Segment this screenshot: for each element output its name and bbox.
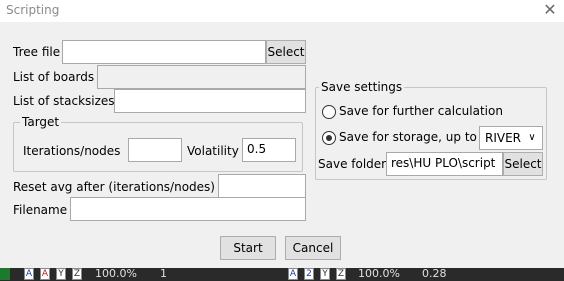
filename-input[interactable] [70, 197, 306, 221]
target-legend: Target [20, 115, 62, 129]
green-icon [0, 268, 10, 280]
chevron-down-icon: ∨ [528, 132, 536, 143]
list-of-stacksizes-input[interactable] [114, 89, 306, 113]
iterations-input[interactable] [128, 138, 182, 162]
list-of-boards-label: List of boards [13, 70, 95, 84]
strip-num-left: 1 [160, 268, 167, 280]
save-storage-radio[interactable] [322, 131, 336, 145]
gray-icon: Z [336, 268, 346, 280]
background-window-strip: A A Y Z 100.0% 1 A 2 Y Z 100.0% 0.28 [0, 268, 564, 281]
reset-avg-input[interactable] [218, 174, 306, 198]
save-folder-label: Save folder [318, 157, 387, 171]
strip-num-right: 0.28 [422, 268, 447, 280]
gray-icon: Y [56, 268, 66, 280]
strip-text-left: 100.0% [95, 268, 137, 280]
list-of-boards-field[interactable] [97, 65, 306, 89]
title-bar: Scripting ✕ [0, 0, 564, 22]
radio-selected-dot [326, 135, 332, 141]
save-folder-value: res\HU PLO\script [391, 156, 496, 170]
tree-file-input[interactable] [62, 40, 266, 64]
save-storage-label[interactable]: Save for storage, up to [339, 130, 477, 144]
list-of-stacksizes-label: List of stacksizes [13, 94, 115, 108]
strip-text-right: 100.0% [358, 268, 400, 280]
red-icon: A [40, 268, 50, 280]
filename-label: Filename [13, 203, 68, 217]
tree-file-label: Tree file [13, 45, 61, 59]
reset-avg-label: Reset avg after (iterations/nodes) [13, 180, 215, 194]
save-settings-legend: Save settings [319, 80, 405, 94]
blue-icon: A [288, 268, 298, 280]
blue-icon: 2 [304, 268, 314, 280]
start-button[interactable]: Start [220, 236, 276, 260]
save-further-radio[interactable] [322, 105, 336, 119]
blue-icon: A [24, 268, 34, 280]
save-folder-input[interactable]: res\HU PLO\script [386, 152, 503, 176]
close-icon[interactable]: ✕ [542, 1, 558, 19]
cancel-button[interactable]: Cancel [285, 236, 341, 260]
tree-file-select-button[interactable]: Select [266, 40, 306, 64]
volatility-label: Volatility [187, 144, 239, 158]
gray-icon: Y [320, 268, 330, 280]
street-select-value: RIVER [485, 131, 522, 145]
gray-icon: Z [72, 268, 82, 280]
street-select[interactable]: RIVER ∨ [479, 126, 543, 150]
iterations-label: Iterations/nodes [23, 144, 121, 158]
save-folder-select-button[interactable]: Select [503, 152, 543, 176]
window-title: Scripting [6, 3, 60, 17]
save-further-label[interactable]: Save for further calculation [339, 104, 503, 118]
volatility-input[interactable]: 0.5 [242, 138, 296, 162]
